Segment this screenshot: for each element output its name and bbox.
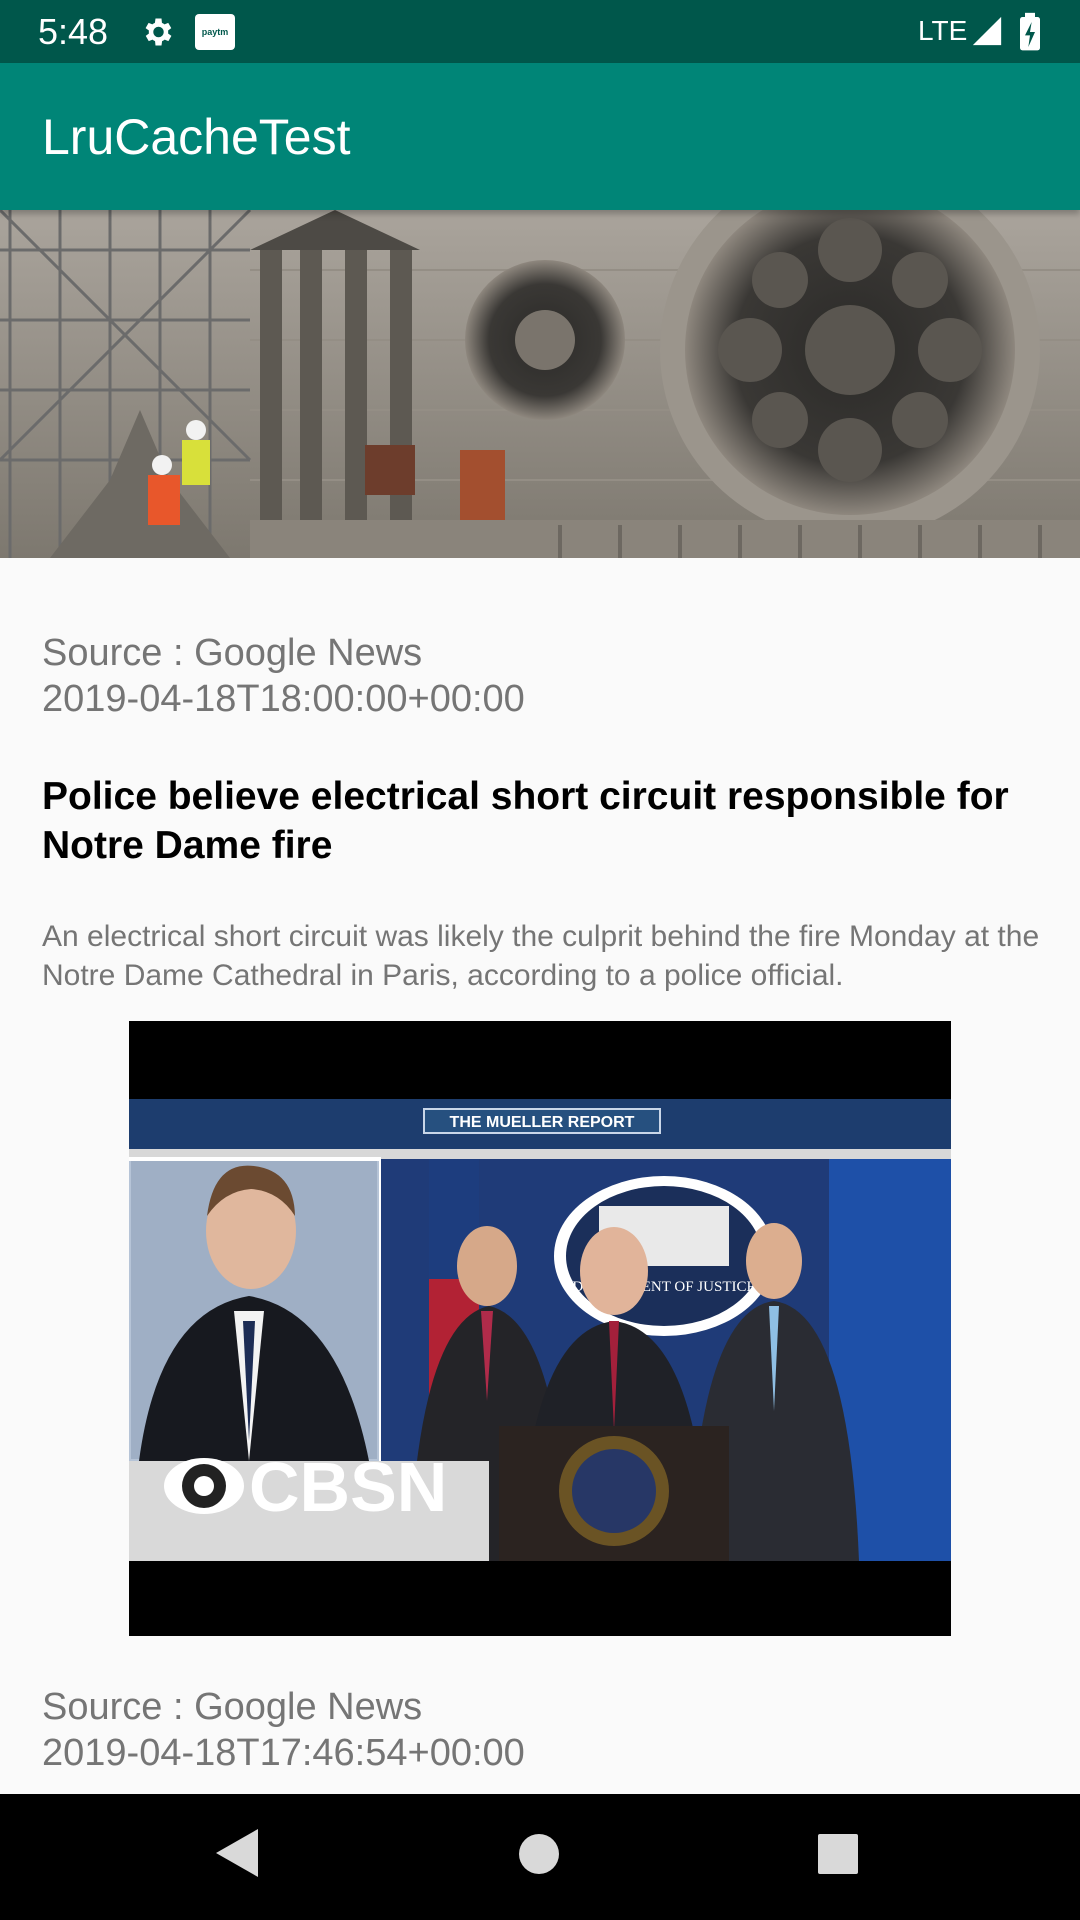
status-time: 5:48 — [38, 11, 109, 52]
article-image[interactable]: THE MUELLER REPORT DEPARTMENT OF JUSTICE — [129, 1021, 951, 1636]
recents-icon[interactable] — [816, 1832, 860, 1876]
thumbnail-banner-text: THE MUELLER REPORT — [450, 1114, 635, 1131]
article-source: Source : Google News — [42, 632, 423, 674]
paytm-icon: paytm — [195, 14, 235, 50]
article-description: An electrical short circuit was likely t… — [42, 920, 1040, 992]
navigation-bar — [0, 1794, 1080, 1920]
network-type-label: LTE — [918, 15, 968, 46]
battery-charging-icon — [1020, 12, 1040, 51]
article-source: Source : Google News — [42, 1686, 423, 1728]
back-icon[interactable] — [214, 1827, 260, 1879]
notre-dame-facade-photo — [0, 210, 1080, 558]
cbsn-logo-text: CBSN — [249, 1448, 447, 1526]
article-image[interactable] — [0, 210, 1080, 558]
cbsn-mueller-report-video-thumbnail: THE MUELLER REPORT DEPARTMENT OF JUSTICE — [129, 1021, 951, 1636]
signal-icon — [972, 16, 1002, 46]
gear-icon — [145, 18, 172, 46]
home-icon[interactable] — [515, 1830, 563, 1878]
app-bar: LruCacheTest — [0, 63, 1080, 210]
app-title: LruCacheTest — [42, 109, 351, 165]
status-bar: 5:48 paytm LTE — [0, 0, 1080, 63]
article-date: 2019-04-18T17:46:54+00:00 — [42, 1732, 525, 1774]
article-date: 2019-04-18T18:00:00+00:00 — [42, 678, 525, 720]
article-title[interactable]: Police believe electrical short circuit … — [42, 772, 1042, 870]
